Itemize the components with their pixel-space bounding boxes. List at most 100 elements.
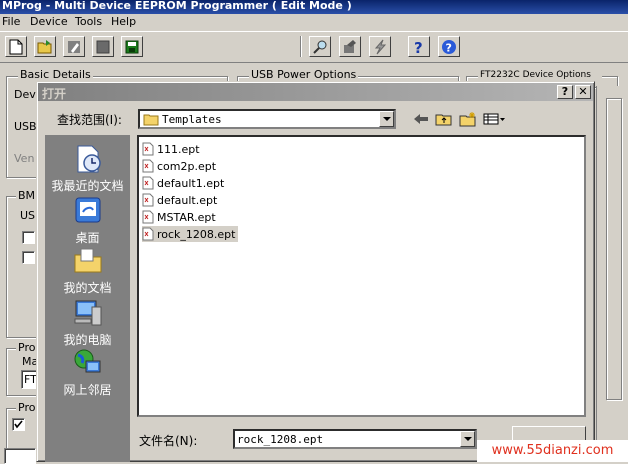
file-name: 111.ept [157,142,200,156]
dialog-close-button[interactable]: ✕ [575,85,591,99]
chevron-down-icon [382,116,391,121]
menu-help[interactable]: Help [111,15,136,28]
lookin-value: Templates [162,113,222,126]
back-button[interactable] [410,109,432,129]
ept-file-icon [142,159,154,173]
right-group-edge [606,98,622,400]
option-checkbox-2[interactable] [22,251,35,264]
filename-label: 文件名(N): [139,434,198,448]
place-my-computer-label: 我的电脑 [63,333,112,347]
program-button[interactable] [339,36,361,57]
new-folder-button[interactable] [456,109,480,129]
ept-file-icon [142,193,154,207]
file-name: rock_1208.ept [157,227,236,241]
open-folder-icon [37,39,52,53]
menu-tools[interactable]: Tools [75,15,102,28]
dialog-title: 打开 [42,87,67,101]
product-checkbox[interactable] [12,418,25,431]
lookin-dropdown-arrow[interactable] [379,111,394,127]
menu-device[interactable]: Device [30,15,68,28]
toolbar: ? ? [0,31,628,63]
edit-icon [68,40,80,53]
place-my-documents[interactable]: 我的文档 [45,245,130,296]
file-item[interactable]: 111.ept [142,141,203,157]
ept-file-icon [142,142,154,156]
save-button[interactable] [121,36,143,57]
lightning-icon [374,39,387,54]
ept-file-icon [142,210,154,224]
filename-combo[interactable]: rock_1208.ept [233,429,477,449]
svg-text:?: ? [414,39,423,55]
place-desktop[interactable]: 桌面 [45,195,130,246]
places-bar: 我最近的文档 桌面 我的文档 我的电脑 网上邻居 [45,135,130,462]
back-arrow-icon [414,114,428,124]
search-button[interactable] [309,36,331,57]
watermark: www.55dianzi.com [477,440,628,462]
device-options-label: FT2232C Device Options [478,70,602,80]
place-my-documents-label: 我的文档 [63,281,112,295]
folder-icon [143,114,159,126]
place-desktop-label: 桌面 [75,231,100,245]
file-item[interactable]: default.ept [142,192,220,208]
up-folder-button[interactable] [432,109,456,129]
place-recent-documents[interactable]: 我最近的文档 [45,143,130,194]
filename-dropdown-arrow[interactable] [460,431,475,447]
my-documents-icon [74,248,101,273]
chevron-down-icon [463,436,472,441]
stop-icon [96,40,110,53]
us-label: US [20,209,36,222]
lookin-dropdown[interactable]: Templates [138,109,396,129]
recent-documents-icon [77,145,101,173]
file-name: com2p.ept [157,159,217,173]
product-group-label: Pro [16,341,38,354]
option-checkbox-1[interactable] [22,231,35,244]
file-item[interactable]: com2p.ept [142,158,219,174]
toolbar-separator [300,36,302,57]
product-group-2-label: Pro [16,401,38,414]
place-network-label: 网上邻居 [63,383,112,397]
place-network[interactable]: 网上邻居 [45,347,130,398]
my-computer-icon [74,300,101,326]
view-menu-icon [483,113,505,125]
network-places-icon [74,349,100,373]
dialog-help-button[interactable]: ? [557,85,573,99]
file-list[interactable]: 111.ept com2p.ept default1.ept default.e… [137,135,586,417]
filename-value: rock_1208.ept [237,433,324,446]
file-item[interactable]: MSTAR.ept [142,209,219,225]
new-file-button[interactable] [5,36,27,57]
dialog-title-bar: 打开 ? ✕ [38,83,593,101]
place-my-computer[interactable]: 我的电脑 [45,297,130,348]
usb-version-label: USB [14,120,37,133]
vendor-label: Ven [14,152,35,165]
view-menu-button[interactable] [480,109,508,129]
help-icon: ? [414,39,423,55]
place-recent-documents-label: 我最近的文档 [51,179,124,193]
erase-button[interactable] [369,36,391,57]
checkmark-icon [14,420,23,429]
file-name: default.ept [157,193,218,207]
stop-button[interactable] [92,36,114,57]
file-item-selected[interactable]: rock_1208.ept [142,226,239,242]
basic-details-label: Basic Details [18,68,93,81]
search-icon [313,40,327,54]
edit-button[interactable] [63,36,85,57]
open-button[interactable] [34,36,56,57]
file-name: MSTAR.ept [157,210,216,224]
desktop-icon [75,197,100,223]
app-title-bar: MProg - Multi Device EEPROM Programmer (… [0,0,628,14]
file-name: default1.ept [157,176,225,190]
help-button[interactable]: ? [408,36,430,57]
new-folder-icon [459,111,476,126]
new-file-icon [9,39,23,54]
bm-group-label: BM [16,189,38,202]
up-folder-icon [435,114,452,126]
about-button[interactable]: ? [438,36,460,57]
ept-file-icon [142,227,154,241]
menu-bar: File Device Tools Help [0,14,628,31]
lookin-label: 查找范围(I): [57,113,122,127]
menu-file[interactable]: File [2,15,20,28]
file-item[interactable]: default1.ept [142,175,227,191]
app-title: MProg - Multi Device EEPROM Programmer (… [2,0,352,12]
hammer-icon [344,39,356,53]
manufacturer-value: FT [24,373,37,386]
